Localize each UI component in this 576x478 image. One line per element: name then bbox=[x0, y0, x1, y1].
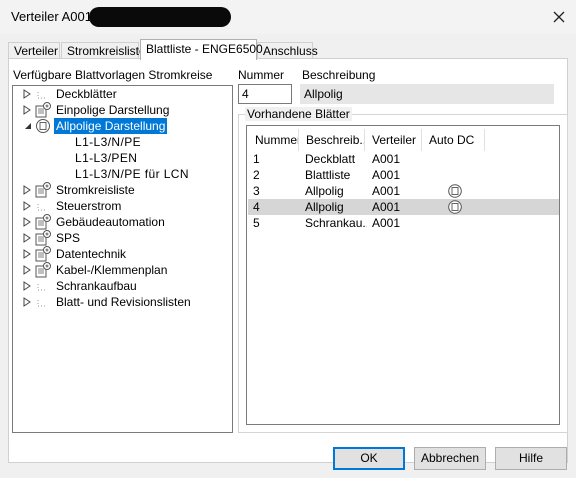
tree-item-datentechnik[interactable]: Datentechnik bbox=[13, 246, 232, 262]
expand-arrow-icon[interactable] bbox=[23, 217, 32, 227]
tab-verteiler[interactable]: Verteiler bbox=[8, 42, 60, 59]
tree-item-blatt-revisionslisten[interactable]: Blatt- und Revisionslisten bbox=[13, 294, 232, 310]
tree-item-stromkreisliste[interactable]: Stromkreisliste bbox=[13, 182, 232, 198]
sheet-stack-icon bbox=[35, 182, 51, 198]
tree-item-label: Blatt- und Revisionslisten bbox=[56, 295, 191, 309]
expand-arrow-icon[interactable] bbox=[23, 249, 32, 259]
expand-arrow-icon[interactable] bbox=[23, 233, 32, 243]
beschreibung-label: Beschreibung bbox=[302, 68, 376, 82]
column-header-nummer[interactable]: Nummer bbox=[248, 129, 299, 151]
cell-verteiler: A001 bbox=[372, 184, 401, 198]
tree-subitem-l1-l3-n-pe-lcn[interactable]: L1-L3/N/PE für LCN bbox=[75, 166, 189, 182]
tree-heading: Verfügbare Blattvorlagen Stromkreise bbox=[13, 68, 213, 82]
nummer-label: Nummer bbox=[238, 68, 285, 82]
tree-item-deckblaetter[interactable]: Deckblätter bbox=[13, 86, 232, 102]
tree-subitem-l1-l3-pen[interactable]: L1-L3/PEN bbox=[75, 150, 137, 166]
sheet-stack-icon bbox=[35, 214, 51, 230]
expand-arrow-icon[interactable] bbox=[23, 265, 32, 275]
title-bar: Verteiler A001, bbox=[0, 0, 576, 34]
cell-beschreibung: Allpolig bbox=[305, 200, 344, 214]
tree-item-label: Schrankaufbau bbox=[56, 279, 137, 293]
cell-nummer: 4 bbox=[253, 200, 260, 214]
dots-icon bbox=[37, 284, 46, 291]
tree-item-label: Allpolige Darstellung bbox=[52, 117, 169, 135]
sheets-table[interactable]: Nummer Beschreib... Verteiler Auto DC 1 … bbox=[246, 125, 560, 425]
sheet-template-icon bbox=[36, 119, 50, 133]
cell-beschreibung: Schrankau... bbox=[305, 216, 367, 230]
cell-beschreibung: Deckblatt bbox=[305, 152, 356, 166]
tree-item-label: Deckblätter bbox=[56, 87, 117, 101]
tree-item-kabel-klemmenplan[interactable]: Kabel-/Klemmenplan bbox=[13, 262, 232, 278]
auto-dc-icon bbox=[448, 184, 462, 198]
dots-icon bbox=[37, 300, 46, 307]
expand-arrow-icon[interactable] bbox=[23, 281, 32, 291]
expand-arrow-icon[interactable] bbox=[23, 297, 32, 307]
tree-item-einpolige[interactable]: Einpolige Darstellung bbox=[13, 102, 232, 118]
beschreibung-field[interactable]: Allpolig bbox=[300, 84, 554, 104]
nummer-field[interactable]: 4 bbox=[238, 84, 292, 104]
tree-item-label: Stromkreisliste bbox=[56, 183, 135, 197]
expand-arrow-icon[interactable] bbox=[23, 89, 32, 99]
sheet-stack-icon bbox=[35, 230, 51, 246]
tree-item-label: Kabel-/Klemmenplan bbox=[56, 263, 168, 277]
tree-item-label: Einpolige Darstellung bbox=[56, 103, 170, 117]
sheet-stack-icon bbox=[35, 102, 51, 118]
tree-item-steuerstrom[interactable]: Steuerstrom bbox=[13, 198, 232, 214]
table-row[interactable]: 1 Deckblatt A001 bbox=[248, 151, 559, 167]
dots-icon bbox=[37, 92, 46, 99]
tree-item-label: Datentechnik bbox=[56, 247, 127, 261]
column-header-auto-dc[interactable]: Auto DC bbox=[422, 129, 485, 151]
tree-item-label: SPS bbox=[56, 231, 81, 245]
expand-arrow-icon[interactable] bbox=[23, 201, 32, 211]
tab-anschluss[interactable]: Anschluss bbox=[257, 42, 318, 59]
cell-nummer: 5 bbox=[253, 216, 260, 230]
cancel-button[interactable]: Abbrechen bbox=[414, 447, 486, 470]
expand-arrow-icon[interactable] bbox=[23, 185, 32, 195]
expand-arrow-icon[interactable] bbox=[23, 105, 32, 115]
collapse-arrow-icon[interactable] bbox=[23, 121, 32, 131]
column-header-verteiler[interactable]: Verteiler bbox=[365, 129, 422, 151]
tree-item-allpolige[interactable]: Allpolige Darstellung bbox=[13, 117, 232, 135]
help-button[interactable]: Hilfe bbox=[495, 447, 567, 470]
sheets-group-label: Vorhandene Blätter bbox=[245, 107, 352, 121]
tab-blattliste[interactable]: Blattliste - ENGE6500 bbox=[140, 39, 263, 60]
cell-verteiler: A001 bbox=[372, 200, 401, 214]
tree-item-label: Steuerstrom bbox=[56, 199, 122, 213]
dots-icon bbox=[37, 204, 46, 211]
template-tree[interactable]: Deckblätter Einpolige Darstellung Allpol… bbox=[12, 85, 233, 433]
tree-item-gebaeudeautomation[interactable]: Gebäudeautomation bbox=[13, 214, 232, 230]
cell-verteiler: A001 bbox=[372, 168, 401, 182]
tree-item-sps[interactable]: SPS bbox=[13, 230, 232, 246]
table-row-selected[interactable]: 4 Allpolig A001 bbox=[248, 199, 559, 215]
redacted-title-part bbox=[89, 7, 231, 27]
sheet-stack-icon bbox=[35, 246, 51, 262]
cell-beschreibung: Blattliste bbox=[305, 168, 351, 182]
cell-nummer: 3 bbox=[253, 184, 260, 198]
close-icon[interactable] bbox=[546, 4, 572, 30]
table-row[interactable]: 3 Allpolig A001 bbox=[248, 183, 559, 199]
cell-verteiler: A001 bbox=[372, 216, 401, 230]
table-row[interactable]: 2 Blattliste A001 bbox=[248, 167, 559, 183]
cell-verteiler: A001 bbox=[372, 152, 401, 166]
tree-item-schrankaufbau[interactable]: Schrankaufbau bbox=[13, 278, 232, 294]
tree-subitem-l1-l3-n-pe[interactable]: L1-L3/N/PE bbox=[75, 134, 141, 150]
sheet-stack-icon bbox=[35, 262, 51, 278]
cell-nummer: 2 bbox=[253, 168, 260, 182]
cell-nummer: 1 bbox=[253, 152, 260, 166]
tab-stromkreisliste[interactable]: Stromkreisliste bbox=[61, 42, 146, 59]
auto-dc-icon bbox=[448, 200, 462, 214]
cell-beschreibung: Allpolig bbox=[305, 184, 344, 198]
table-row[interactable]: 5 Schrankau... A001 bbox=[248, 215, 559, 231]
ok-button[interactable]: OK bbox=[333, 447, 405, 470]
tree-item-label: Gebäudeautomation bbox=[56, 215, 165, 229]
window-title: Verteiler A001, bbox=[11, 9, 96, 24]
column-header-beschreibung[interactable]: Beschreib... bbox=[299, 129, 365, 151]
